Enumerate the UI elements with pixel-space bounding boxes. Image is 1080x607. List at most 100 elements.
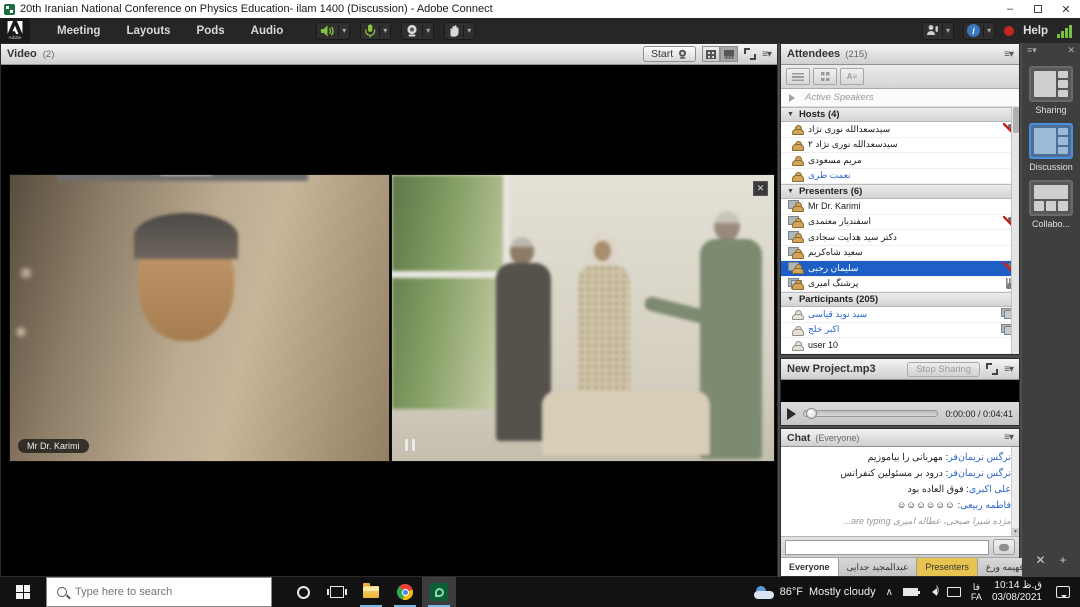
attendee-row[interactable]: سید نوید قیاسی (781, 307, 1019, 323)
attendees-pod-menu-icon[interactable]: ≡▾ (1004, 49, 1013, 60)
video-feed-karimi[interactable]: Mr Dr. Karimi (9, 174, 390, 462)
taskbar-clock[interactable]: 10:14 ق.ظ 03/08/2021 (992, 580, 1042, 605)
feed-close-button[interactable]: ✕ (753, 181, 768, 196)
speaker-caret-icon[interactable]: ▾ (338, 25, 346, 37)
audio-pod-menu-icon[interactable]: ≡▾ (1004, 364, 1013, 375)
attendee-row[interactable]: اکبر خلج (781, 323, 1019, 339)
display-icon[interactable] (947, 587, 961, 597)
chat-input[interactable] (785, 540, 989, 555)
menu-meeting[interactable]: Meeting (44, 18, 113, 43)
attendee-row[interactable]: اسفندیار معتمدی (781, 215, 1019, 231)
attendee-row[interactable]: نعمت طری (781, 169, 1019, 185)
scroll-down-icon[interactable]: ▼ (1012, 528, 1019, 536)
layouts-close-icon[interactable]: ✕ (1067, 45, 1075, 56)
attendee-row[interactable]: سیدسعدالله نوری نژاد (781, 122, 1019, 138)
attendees-pod: Attendees (215) ≡▾ A≡ Active Speakers ▼ … (780, 43, 1020, 355)
connection-info-button[interactable]: i ▾ (963, 22, 995, 40)
chat-tab-presenters[interactable]: Presenters (917, 558, 978, 576)
filmstrip-view-button[interactable] (720, 46, 738, 62)
send-message-button[interactable] (993, 539, 1015, 555)
seek-bar[interactable] (803, 410, 938, 417)
attendee-row[interactable]: مریم مسعودی (781, 153, 1019, 169)
close-button[interactable]: ✕ (1052, 0, 1080, 18)
attendee-row[interactable]: دکتر سید هدایت سجادی (781, 230, 1019, 246)
menu-layouts[interactable]: Layouts (113, 18, 183, 43)
attendee-row[interactable]: user 10 (781, 338, 1019, 354)
presenter-avatar-icon (788, 278, 802, 290)
hosts-section-header[interactable]: ▼ Hosts (4) (781, 107, 1019, 122)
connection-signal-icon[interactable] (1057, 24, 1072, 38)
volume-icon[interactable] (928, 588, 937, 596)
attendee-row[interactable]: سیدسعدالله نوری نژاد ۲ (781, 138, 1019, 154)
fullscreen-icon[interactable] (744, 48, 756, 60)
raise-hand-caret-icon[interactable]: ▾ (463, 25, 471, 37)
layout-sharing-thumb[interactable] (1029, 66, 1073, 102)
help-link[interactable]: Help (1023, 25, 1048, 37)
info-caret-icon[interactable]: ▾ (983, 25, 991, 37)
windows-taskbar: 86°F Mostly cloudy ∧ فا FA 10:14 ق.ظ 03/… (0, 577, 1080, 607)
play-button[interactable] (787, 408, 796, 420)
chat-message: نرگس نریمان‌فر: مهربانی را بیاموزیم (789, 452, 1011, 463)
webcam-caret-icon[interactable]: ▾ (422, 25, 430, 37)
chrome-button[interactable] (388, 577, 422, 607)
close-layout-bar-icon[interactable]: ✕ (1035, 553, 1045, 567)
start-webcam-button[interactable]: Start (643, 46, 696, 62)
clock-date: 03/08/2021 (992, 592, 1042, 605)
breakout-view-button[interactable] (813, 68, 837, 85)
menu-pods[interactable]: Pods (184, 18, 238, 43)
weather-widget[interactable]: 86°F Mostly cloudy (754, 586, 876, 599)
microphone-button[interactable]: ▾ (360, 22, 391, 40)
attendee-row-selected[interactable]: سلیمان رجبی (781, 261, 1019, 277)
webcam-button[interactable]: ▾ (401, 22, 434, 40)
file-explorer-button[interactable] (354, 577, 388, 607)
chat-scrollbar[interactable]: ▼ (1011, 447, 1019, 536)
attendee-list-view-button[interactable] (786, 68, 810, 85)
stop-sharing-button[interactable]: Stop Sharing (907, 362, 980, 377)
status-person-icon (926, 24, 939, 37)
grid-view-button[interactable] (702, 46, 720, 62)
adobe-logo[interactable]: Adobe (0, 18, 30, 43)
layout-collaboration-thumb[interactable] (1029, 180, 1073, 216)
chat-text: فوق العاده بود (908, 484, 964, 495)
layout-discussion-thumb[interactable] (1029, 123, 1073, 159)
layouts-menu-icon[interactable]: ≡▾ (1027, 45, 1037, 56)
set-status-button[interactable]: ▾ (922, 22, 954, 40)
pause-icon[interactable] (405, 439, 415, 451)
raise-hand-button[interactable]: ▾ (444, 22, 475, 40)
list-view-icon (792, 73, 804, 81)
status-caret-icon[interactable]: ▾ (942, 25, 950, 37)
participants-section-header[interactable]: ▼ Participants (205) (781, 292, 1019, 307)
attendees-scrollbar[interactable] (1011, 106, 1019, 354)
battery-icon[interactable] (903, 588, 918, 596)
taskbar-search[interactable] (46, 577, 272, 607)
show-hidden-icons-button[interactable]: ∧ (886, 587, 893, 598)
search-input[interactable] (75, 586, 245, 598)
seek-knob[interactable] (806, 408, 817, 419)
video-figure (510, 237, 534, 265)
attendee-row[interactable]: Mr Dr. Karimi (781, 199, 1019, 215)
audio-fullscreen-icon[interactable] (986, 363, 998, 375)
presenters-section-header[interactable]: ▼ Presenters (6) (781, 184, 1019, 199)
recording-indicator-icon[interactable] (1004, 26, 1014, 36)
start-button[interactable] (0, 577, 46, 607)
chat-tab-private-1[interactable]: عبدالمجید جدایی (839, 558, 918, 576)
microphone-caret-icon[interactable]: ▾ (379, 25, 387, 37)
cortana-button[interactable] (286, 577, 320, 607)
task-view-button[interactable] (320, 577, 354, 607)
add-layout-icon[interactable]: + (1060, 553, 1067, 567)
maximize-button[interactable] (1024, 0, 1052, 18)
action-center-icon[interactable] (1056, 586, 1070, 598)
status-view-button[interactable]: A≡ (840, 68, 864, 85)
language-indicator[interactable]: فا FA (971, 582, 982, 603)
menu-audio[interactable]: Audio (238, 18, 297, 43)
video-figure (714, 211, 740, 241)
adobe-connect-taskbar-button[interactable] (422, 577, 456, 607)
attendee-row[interactable]: سعید شاه‌کریم (781, 246, 1019, 262)
speaker-button[interactable]: ▾ (316, 22, 350, 40)
minimize-button[interactable]: – (996, 0, 1024, 18)
attendee-row[interactable]: پرشنگ امیری (781, 277, 1019, 293)
video-pod-menu-icon[interactable]: ≡▾ (762, 49, 771, 60)
video-feed-group[interactable]: ✕ (391, 174, 775, 462)
chat-tab-everyone[interactable]: Everyone (781, 558, 839, 576)
chat-pod-menu-icon[interactable]: ≡▾ (1004, 432, 1013, 443)
